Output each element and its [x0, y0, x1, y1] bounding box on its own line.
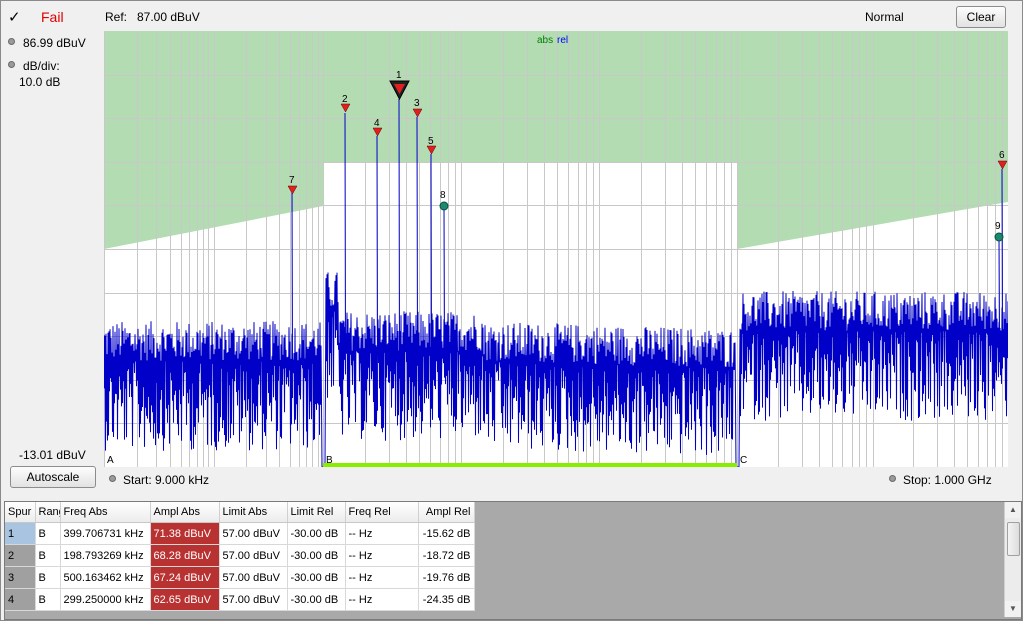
- dbdiv-value: 10.0 dB: [19, 75, 61, 89]
- cell-freq-abs: 500.163462 kHz: [60, 566, 151, 589]
- scroll-down-icon[interactable]: ▼: [1005, 601, 1021, 617]
- stop-knob-icon[interactable]: [889, 475, 896, 482]
- start-label: Start: 9.000 kHz: [123, 473, 210, 487]
- range-label-b: B: [326, 455, 333, 466]
- cell-limit-rel: -30.00 dB: [287, 522, 346, 545]
- cell-spur: 3: [5, 566, 36, 589]
- cell-freq-rel: -- Hz: [345, 588, 419, 611]
- cell-freq-abs: 299.250000 kHz: [60, 588, 151, 611]
- cell-ampl-abs: 71.38 dBuV: [150, 522, 220, 545]
- cell-range: B: [35, 588, 61, 611]
- cell-limit-abs: 57.00 dBuV: [219, 566, 288, 589]
- cell-freq-abs: 198.793269 kHz: [60, 544, 151, 567]
- cell-ampl-abs: 67.24 dBuV: [150, 566, 220, 589]
- cell-range: B: [35, 522, 61, 545]
- svg-text:2: 2: [342, 94, 348, 105]
- spur-analyzer-window: ✓ Fail Ref: 87.00 dBuV Normal Clear 86.9…: [0, 0, 1023, 621]
- stop-label: Stop: 1.000 GHz: [903, 473, 992, 487]
- cell-spur: 1: [5, 522, 36, 545]
- cell-freq-rel: -- Hz: [345, 566, 419, 589]
- ref-value: 87.00 dBuV: [137, 10, 200, 24]
- cell-limit-abs: 57.00 dBuV: [219, 522, 288, 545]
- spectrum-plot[interactable]: abs rel A B C 1 2 3 4 5 6 7 8 9: [104, 31, 1008, 467]
- mode-label: Normal: [865, 10, 904, 24]
- legend-abs: abs: [537, 35, 553, 46]
- svg-text:8: 8: [440, 190, 446, 201]
- cell-range: B: [35, 566, 61, 589]
- table-scrollbar[interactable]: ▲ ▼: [1004, 502, 1021, 617]
- cell-freq-abs: 399.706731 kHz: [60, 522, 151, 545]
- col-header-ampl-rel[interactable]: Ampl Rel: [418, 502, 475, 523]
- dbdiv-knob-icon[interactable]: [8, 61, 15, 68]
- svg-text:6: 6: [999, 150, 1005, 161]
- clear-button[interactable]: Clear: [956, 6, 1006, 28]
- cell-ampl-rel: -18.72 dB: [418, 544, 475, 567]
- cell-ampl-abs: 68.28 dBuV: [150, 544, 220, 567]
- cell-spur: 2: [5, 544, 36, 567]
- cell-limit-abs: 57.00 dBuV: [219, 588, 288, 611]
- range-label-c: C: [740, 455, 747, 466]
- cell-ampl-rel: -19.76 dB: [418, 566, 475, 589]
- svg-text:1: 1: [396, 70, 402, 81]
- cell-limit-rel: -30.00 dB: [287, 544, 346, 567]
- col-header-freq-rel[interactable]: Freq Rel: [345, 502, 419, 523]
- cell-spur: 4: [5, 588, 36, 611]
- svg-text:3: 3: [414, 98, 420, 109]
- cell-freq-rel: -- Hz: [345, 522, 419, 545]
- dbdiv-label: dB/div:: [23, 59, 60, 73]
- marker-value-knob-icon[interactable]: [8, 38, 15, 45]
- spur-table: Spur Range Freq Abs Ampl Abs Limit Abs L…: [4, 501, 1022, 620]
- col-header-range[interactable]: Range: [35, 502, 61, 523]
- cell-range: B: [35, 544, 61, 567]
- cell-limit-rel: -30.00 dB: [287, 566, 346, 589]
- marker-value: 86.99 dBuV: [23, 36, 86, 50]
- start-knob-icon[interactable]: [109, 475, 116, 482]
- col-header-limit-rel[interactable]: Limit Rel: [287, 502, 346, 523]
- bottom-value: -13.01 dBuV: [19, 448, 86, 462]
- autoscale-button[interactable]: Autoscale: [10, 466, 96, 488]
- cell-freq-rel: -- Hz: [345, 544, 419, 567]
- col-header-freq-abs[interactable]: Freq Abs: [60, 502, 151, 523]
- status-label: Fail: [41, 9, 64, 25]
- table-header-row: Spur Range Freq Abs Ampl Abs Limit Abs L…: [5, 502, 475, 523]
- table-row[interactable]: 3 B 500.163462 kHz 67.24 dBuV 57.00 dBuV…: [5, 566, 475, 589]
- svg-text:9: 9: [995, 221, 1001, 232]
- ref-label: Ref:: [105, 10, 128, 24]
- limit-mask-b: [323, 31, 737, 163]
- scroll-up-icon[interactable]: ▲: [1005, 502, 1021, 518]
- col-header-ampl-abs[interactable]: Ampl Abs: [150, 502, 220, 523]
- legend-rel: rel: [557, 35, 568, 46]
- col-header-limit-abs[interactable]: Limit Abs: [219, 502, 288, 523]
- cell-ampl-rel: -15.62 dB: [418, 522, 475, 545]
- range-label-a: A: [107, 455, 114, 466]
- svg-text:4: 4: [374, 118, 380, 129]
- spur-table-grid: Spur Range Freq Abs Ampl Abs Limit Abs L…: [5, 502, 475, 611]
- cell-limit-abs: 57.00 dBuV: [219, 544, 288, 567]
- col-header-spur[interactable]: Spur: [5, 502, 36, 523]
- table-row[interactable]: 4 B 299.250000 kHz 62.65 dBuV 57.00 dBuV…: [5, 588, 475, 611]
- scroll-thumb[interactable]: [1007, 522, 1020, 556]
- cell-ampl-abs: 62.65 dBuV: [150, 588, 220, 611]
- table-row[interactable]: 1 B 399.706731 kHz 71.38 dBuV 57.00 dBuV…: [5, 522, 475, 545]
- status-check-icon: ✓: [8, 9, 21, 26]
- cell-limit-rel: -30.00 dB: [287, 588, 346, 611]
- table-row[interactable]: 2 B 198.793269 kHz 68.28 dBuV 57.00 dBuV…: [5, 544, 475, 567]
- cell-ampl-rel: -24.35 dB: [418, 588, 475, 611]
- range-b-bar: [323, 463, 737, 467]
- svg-text:7: 7: [289, 175, 295, 186]
- svg-text:5: 5: [428, 136, 434, 147]
